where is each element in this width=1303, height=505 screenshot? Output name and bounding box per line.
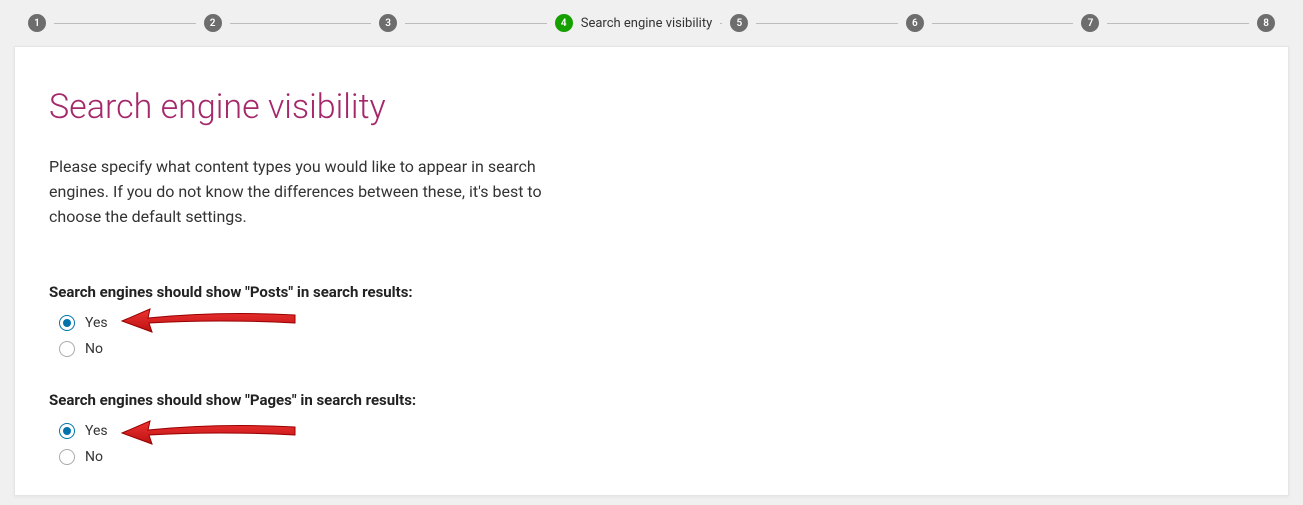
posts-visibility-label: Search engines should show "Posts" in se… [49, 283, 1254, 301]
step-4[interactable]: 4 [555, 14, 573, 32]
posts-yes-option[interactable]: Yes [59, 315, 1254, 331]
page-title: Search engine visibility [49, 87, 1254, 127]
step-line [54, 23, 196, 24]
step-line [720, 23, 722, 24]
step-line [932, 23, 1074, 24]
posts-visibility-group: Search engines should show "Posts" in se… [49, 283, 1254, 357]
step-line [405, 23, 547, 24]
step-3[interactable]: 3 [379, 14, 397, 32]
step-8[interactable]: 8 [1257, 14, 1275, 32]
step-4-label: Search engine visibility [581, 16, 713, 31]
option-label: No [85, 341, 103, 357]
radio-icon [59, 315, 75, 331]
step-line [230, 23, 372, 24]
step-6[interactable]: 6 [906, 14, 924, 32]
step-1[interactable]: 1 [28, 14, 46, 32]
option-label: No [85, 449, 103, 465]
radio-icon [59, 449, 75, 465]
step-line [756, 23, 898, 24]
pages-visibility-group: Search engines should show "Pages" in se… [49, 391, 1254, 465]
content-card: Search engine visibility Please specify … [14, 46, 1289, 496]
step-5[interactable]: 5 [730, 14, 748, 32]
pages-visibility-label: Search engines should show "Pages" in se… [49, 391, 1254, 409]
step-2[interactable]: 2 [204, 14, 222, 32]
pages-yes-option[interactable]: Yes [59, 423, 1254, 439]
pages-no-option[interactable]: No [59, 449, 1254, 465]
wizard-stepper: 1 2 3 4 Search engine visibility 5 6 7 8 [0, 0, 1303, 46]
option-label: Yes [85, 315, 108, 331]
radio-icon [59, 423, 75, 439]
step-7[interactable]: 7 [1081, 14, 1099, 32]
intro-text: Please specify what content types you wo… [49, 155, 589, 229]
option-label: Yes [85, 423, 108, 439]
posts-no-option[interactable]: No [59, 341, 1254, 357]
radio-icon [59, 341, 75, 357]
step-line [1107, 23, 1249, 24]
